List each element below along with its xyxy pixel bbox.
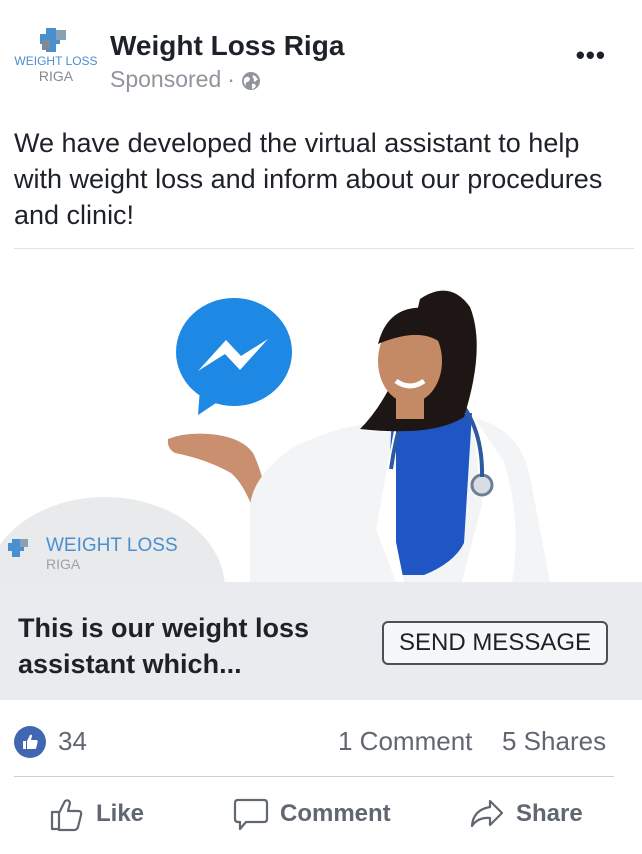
meta-separator: ·	[227, 66, 235, 92]
comments-count[interactable]: 1 Comment	[338, 726, 472, 757]
doctor-illustration	[250, 290, 550, 582]
sponsored-post: WEIGHT LOSS RIGA Weight Loss Riga Sponso…	[0, 0, 642, 854]
watermark-text-line1: WEIGHT LOSS	[46, 535, 178, 556]
messenger-icon	[176, 298, 292, 415]
like-reaction-icon[interactable]	[14, 726, 46, 758]
thumbs-up-icon	[50, 799, 83, 832]
like-button[interactable]: Like	[48, 794, 144, 834]
share-label: Share	[516, 800, 583, 827]
share-icon	[470, 799, 504, 828]
shares-count[interactable]: 5 Shares	[502, 726, 606, 757]
logo-text-line2: RIGA	[39, 68, 74, 84]
logo-text-line1: WEIGHT LOSS	[14, 54, 97, 68]
post-text: We have developed the virtual assistant …	[14, 128, 603, 230]
like-count[interactable]: 34	[58, 726, 87, 757]
comment-icon	[233, 798, 269, 831]
page-logo[interactable]: WEIGHT LOSS RIGA	[14, 24, 98, 88]
globe-icon[interactable]	[241, 70, 261, 90]
comment-button[interactable]: Comment	[232, 794, 391, 834]
ad-image[interactable]: WEIGHT LOSS RIGA	[0, 249, 642, 582]
comment-label: Comment	[280, 800, 391, 827]
sponsored-label[interactable]: Sponsored	[110, 66, 221, 93]
post-meta: Sponsored ·	[110, 66, 261, 93]
more-options-button[interactable]: •••	[576, 40, 606, 71]
cta-headline[interactable]: This is our weight loss assistant which.…	[18, 610, 358, 682]
page-name-link[interactable]: Weight Loss Riga	[110, 30, 344, 62]
watermark-text-line2: RIGA	[46, 556, 81, 572]
post-header: WEIGHT LOSS RIGA Weight Loss Riga Sponso…	[0, 0, 642, 112]
divider	[14, 776, 614, 777]
send-message-button[interactable]: SEND MESSAGE	[382, 621, 608, 665]
like-label: Like	[96, 800, 145, 827]
share-button[interactable]: Share	[468, 794, 583, 834]
cta-bar: This is our weight loss assistant which.…	[0, 582, 642, 700]
post-stats: 34 1 Comment 5 Shares	[0, 702, 642, 776]
action-bar: Like Comment Share	[0, 778, 642, 854]
